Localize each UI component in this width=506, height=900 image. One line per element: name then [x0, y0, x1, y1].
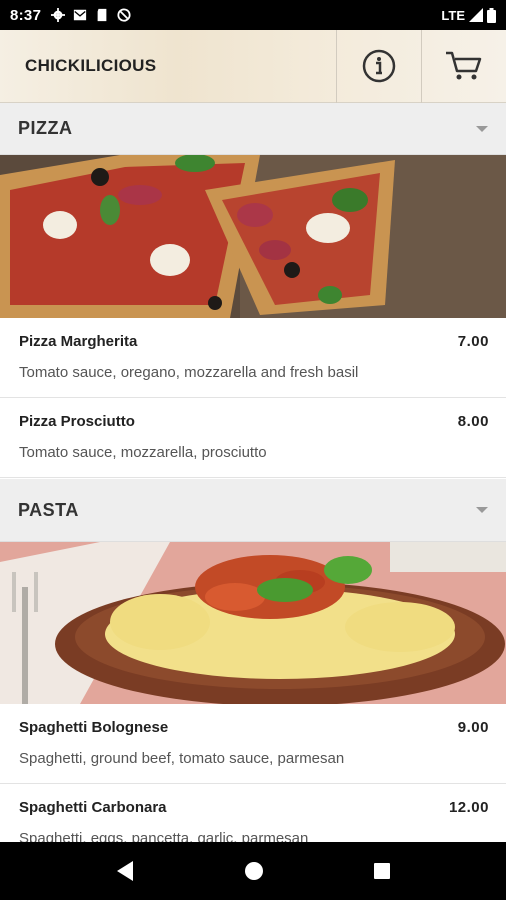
section-header-pizza[interactable]: PIZZA: [0, 103, 506, 155]
cart-icon: [446, 51, 482, 80]
chevron-down-icon: [476, 125, 488, 132]
info-icon: [362, 49, 396, 83]
network-label: LTE: [441, 7, 465, 23]
mail-icon: [74, 9, 87, 21]
item-name: Spaghetti Bolognese: [19, 719, 169, 736]
back-icon[interactable]: [115, 860, 135, 882]
item-description: Spaghetti, ground beef, tomato sauce, pa…: [19, 750, 345, 767]
section-title: PIZZA: [18, 118, 73, 138]
info-button[interactable]: [336, 29, 421, 103]
cart-button[interactable]: [421, 29, 506, 103]
status-bar: 8:37 LTE: [0, 0, 506, 30]
section-header-pasta[interactable]: PASTA: [0, 479, 506, 542]
item-name: Pizza Margherita: [19, 333, 138, 350]
status-time: 8:37: [10, 6, 42, 24]
menu-item[interactable]: Spaghetti Bolognese 9.00 Spaghetti, grou…: [0, 704, 506, 784]
item-description: Tomato sauce, oregano, mozzarella and fr…: [19, 364, 359, 381]
item-price: 8.00: [457, 413, 489, 430]
chevron-down-icon: [476, 507, 488, 513]
item-description: Tomato sauce, mozzarella, prosciutto: [19, 444, 267, 461]
battery-icon: [487, 7, 496, 23]
home-icon[interactable]: [244, 861, 264, 881]
pizza-image: [0, 155, 506, 318]
system-nav-bar: [0, 842, 506, 900]
settings-icon: [51, 8, 66, 22]
app-header: CHICKILICIOUS: [0, 29, 506, 103]
menu-item[interactable]: Pizza Prosciutto 8.00 Tomato sauce, mozz…: [0, 398, 506, 478]
item-name: Pizza Prosciutto: [19, 413, 135, 430]
sd-card-icon: [97, 8, 107, 22]
section-title: PASTA: [18, 499, 79, 520]
pasta-image: [0, 542, 506, 704]
app-title: CHICKILICIOUS: [25, 56, 157, 75]
item-name: Spaghetti Carbonara: [19, 799, 167, 816]
item-price: 12.00: [448, 799, 489, 816]
menu-item[interactable]: Pizza Margherita 7.00 Tomato sauce, oreg…: [0, 318, 506, 398]
item-price: 7.00: [457, 333, 489, 350]
no-disturb-icon: [117, 8, 131, 22]
recents-icon[interactable]: [373, 862, 391, 880]
signal-icon: [469, 8, 483, 22]
item-price: 9.00: [457, 719, 489, 736]
